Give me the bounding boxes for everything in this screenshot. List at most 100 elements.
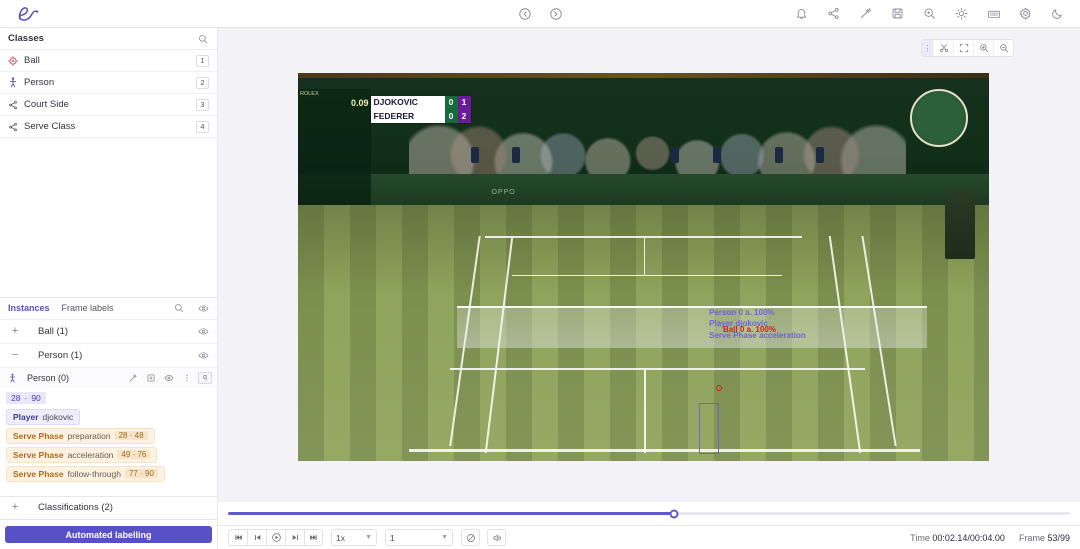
umpire-chair <box>945 189 976 260</box>
classifications-label: Classifications (2) <box>38 502 113 513</box>
time-value: 00:02.14/00:04.00 <box>932 532 1005 543</box>
linesperson-5 <box>774 146 783 163</box>
linesperson-4 <box>712 146 721 163</box>
share-icon[interactable] <box>825 5 842 22</box>
magic-wand-icon[interactable] <box>857 5 874 22</box>
scissors-icon[interactable] <box>933 40 953 56</box>
linesperson-2 <box>512 146 521 163</box>
instance-group-person[interactable]: − Person (1) <box>0 344 217 368</box>
bbox-person-0[interactable] <box>698 402 719 454</box>
attribute-player-wrap: Player djokovic <box>0 406 217 425</box>
eye-icon[interactable] <box>197 349 209 361</box>
scoreboard-player-1: DJOKOVIC <box>373 97 418 108</box>
attribute-serve-phase-acceleration[interactable]: Serve Phase acceleration 49 - 76 <box>6 446 158 463</box>
shortcut-key-badge[interactable]: q <box>198 371 212 384</box>
volume-icon[interactable] <box>487 529 506 546</box>
class-row-person[interactable]: Person 2 <box>0 72 217 94</box>
redo-icon[interactable] <box>547 6 564 23</box>
class-label: Serve Class <box>24 121 76 132</box>
attribute-serve-phase-follow-through[interactable]: Serve Phase follow-through 77 - 90 <box>6 465 165 482</box>
time-label: Time <box>910 532 930 543</box>
brightness-icon[interactable] <box>953 5 970 22</box>
instance-person-0[interactable]: Person (0) q <box>0 367 217 388</box>
class-row-serve-class[interactable]: Serve Class 4 <box>0 116 217 138</box>
expander-icon[interactable]: + <box>8 502 22 513</box>
search-icon[interactable] <box>173 302 185 314</box>
eye-icon[interactable] <box>162 371 175 384</box>
expander-icon[interactable]: + <box>8 325 22 337</box>
automated-labelling-button[interactable]: Automated labelling <box>5 526 212 543</box>
frame-step-select[interactable]: 1 ▼ <box>385 529 453 546</box>
timeline-thumb[interactable] <box>669 509 679 518</box>
next-frame-icon[interactable] <box>285 529 304 546</box>
gear-icon[interactable] <box>1017 5 1034 22</box>
time-meta: Time 00:02.14/00:04.00 <box>910 533 1005 543</box>
zoom-in-icon[interactable] <box>973 40 993 56</box>
games-player-1: 0 <box>448 97 454 108</box>
classes-panel-header: Classes <box>0 28 217 50</box>
previous-frame-icon[interactable] <box>247 529 266 546</box>
skip-to-start-icon[interactable] <box>228 529 247 546</box>
class-label: Person <box>24 77 55 88</box>
group-label: Ball (1) <box>38 325 69 337</box>
skip-to-end-icon[interactable] <box>304 529 323 546</box>
canvas-area[interactable]: ⋮ OPPO ROLEX 0.09 DJOKOVIC FEDERER 0 0 1… <box>218 28 1080 502</box>
person-icon <box>8 77 22 88</box>
frame-step-value: 1 <box>390 532 395 543</box>
class-row-court-side[interactable]: Court Side 3 <box>0 94 217 116</box>
attribute-value: preparation <box>67 430 111 441</box>
expander-icon[interactable]: − <box>8 349 22 361</box>
instances-panel: Instances Frame labels + Ball (1) − Pers… <box>0 296 217 520</box>
range-dash: - <box>24 392 28 403</box>
loop-icon[interactable] <box>461 529 480 546</box>
bbox-ball-0[interactable] <box>716 384 723 391</box>
classifications-row[interactable]: + Classifications (2) <box>0 495 217 520</box>
court-line-service-near <box>450 367 865 370</box>
games-player-2: 0 <box>448 110 454 121</box>
frame-value: 53/99 <box>1047 532 1070 543</box>
attribute-range: 77 - 90 <box>124 469 158 478</box>
more-vertical-icon[interactable] <box>180 371 193 384</box>
playback-speed-select[interactable]: 1x ▼ <box>331 529 377 546</box>
classes-title: Classes <box>8 33 44 44</box>
frame-label: Frame <box>1018 532 1045 543</box>
app-root: Classes Ball 1 Person 2 Court Side 3 Ser… <box>0 0 1080 549</box>
video-frame[interactable]: OPPO ROLEX 0.09 DJOKOVIC FEDERER 0 0 1 2… <box>298 73 989 461</box>
moon-icon[interactable] <box>1049 5 1066 22</box>
tab-frame-labels[interactable]: Frame labels <box>62 303 114 313</box>
save-icon[interactable] <box>889 5 906 22</box>
tag-icon <box>8 100 22 110</box>
scoreboard: DJOKOVIC FEDERER 0 0 1 2 <box>370 96 471 124</box>
timeline-scrubber[interactable] <box>218 502 1080 525</box>
green-barrier <box>298 173 989 209</box>
class-row-ball[interactable]: Ball 1 <box>0 50 217 72</box>
bell-icon[interactable] <box>793 5 810 22</box>
app-logo[interactable] <box>0 4 56 24</box>
tab-instances[interactable]: Instances <box>8 303 50 313</box>
class-label: Court Side <box>24 99 69 110</box>
range-end: 90 <box>145 469 154 478</box>
class-count-badge: 3 <box>196 98 209 111</box>
play-icon[interactable] <box>266 529 285 546</box>
add-keyframe-icon[interactable] <box>144 371 157 384</box>
instance-frame-range[interactable]: 28 - 90 <box>6 391 46 404</box>
attribute-player[interactable]: Player djokovic <box>6 408 81 425</box>
drag-handle-icon[interactable]: ⋮ <box>922 40 933 56</box>
eye-icon[interactable] <box>197 302 209 314</box>
magic-wand-icon[interactable] <box>126 371 139 384</box>
zoom-icon[interactable] <box>921 5 938 22</box>
keyboard-icon[interactable] <box>985 5 1002 22</box>
timeline-track[interactable] <box>228 509 1070 518</box>
search-icon[interactable] <box>197 33 209 45</box>
attribute-key: Player <box>13 411 39 422</box>
class-count-badge: 4 <box>196 120 209 133</box>
scoreboard-names: DJOKOVIC FEDERER <box>370 96 445 124</box>
instance-group-ball[interactable]: + Ball (1) <box>0 320 217 344</box>
range-dash: - <box>129 431 133 440</box>
undo-icon[interactable] <box>516 6 533 23</box>
attribute-serve-phase-preparation[interactable]: Serve Phase preparation 28 - 48 <box>6 427 155 444</box>
eye-icon[interactable] <box>197 325 209 337</box>
panel-spacer <box>0 138 217 297</box>
zoom-out-icon[interactable] <box>993 40 1013 56</box>
fit-screen-icon[interactable] <box>953 40 973 56</box>
